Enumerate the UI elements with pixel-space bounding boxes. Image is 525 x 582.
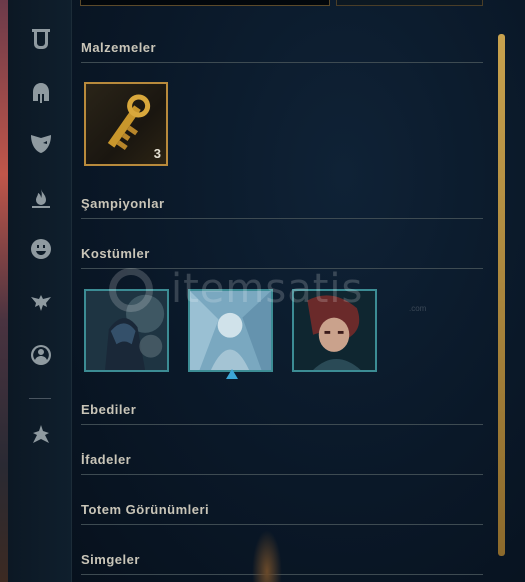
section-ward-skins: Totem Görünümleri xyxy=(81,502,483,525)
filter-dropdown[interactable] xyxy=(336,0,483,6)
item-count: 3 xyxy=(153,146,161,161)
wards-icon[interactable] xyxy=(28,290,54,316)
section-champions: Şampiyonlar xyxy=(81,196,483,219)
skins-mask-icon[interactable] xyxy=(28,130,54,156)
watermark: itemsatis .com xyxy=(109,264,429,314)
section-eternals: Ebediler xyxy=(81,402,483,425)
loot-arrow-icon[interactable] xyxy=(28,422,54,448)
key-fragment-item[interactable]: 3 xyxy=(84,82,168,166)
collection-bag-icon[interactable] xyxy=(28,26,54,52)
search-input[interactable] xyxy=(80,0,330,6)
inventory-panel: Malzemeler 3 Şampiyonlar Kostümler items… xyxy=(72,0,525,582)
selected-skin-marker-icon xyxy=(226,369,238,379)
section-title-eternals[interactable]: Ebediler xyxy=(81,402,483,425)
section-title-ward-skins[interactable]: Totem Görünümleri xyxy=(81,502,483,525)
section-title-emotes[interactable]: İfadeler xyxy=(81,452,483,475)
section-materials: Malzemeler xyxy=(81,40,483,63)
section-title-champions[interactable]: Şampiyonlar xyxy=(81,196,483,219)
sidebar xyxy=(8,0,72,582)
section-title-icons[interactable]: Simgeler xyxy=(81,552,483,575)
sidebar-divider xyxy=(29,398,51,399)
watermark-text: itemsatis xyxy=(171,266,364,312)
section-icons: Simgeler xyxy=(81,552,483,575)
champions-helmet-icon[interactable] xyxy=(28,80,54,106)
watermark-sub: .com xyxy=(409,304,427,313)
scrollbar-thumb[interactable] xyxy=(498,34,505,556)
section-emotes: İfadeler xyxy=(81,452,483,475)
section-title-materials[interactable]: Malzemeler xyxy=(81,40,483,63)
background-strip xyxy=(0,0,8,582)
icons-face-icon[interactable] xyxy=(28,236,54,262)
emotes-flame-icon[interactable] xyxy=(28,186,54,212)
background-glow xyxy=(252,530,282,582)
profile-icon[interactable] xyxy=(28,342,54,368)
